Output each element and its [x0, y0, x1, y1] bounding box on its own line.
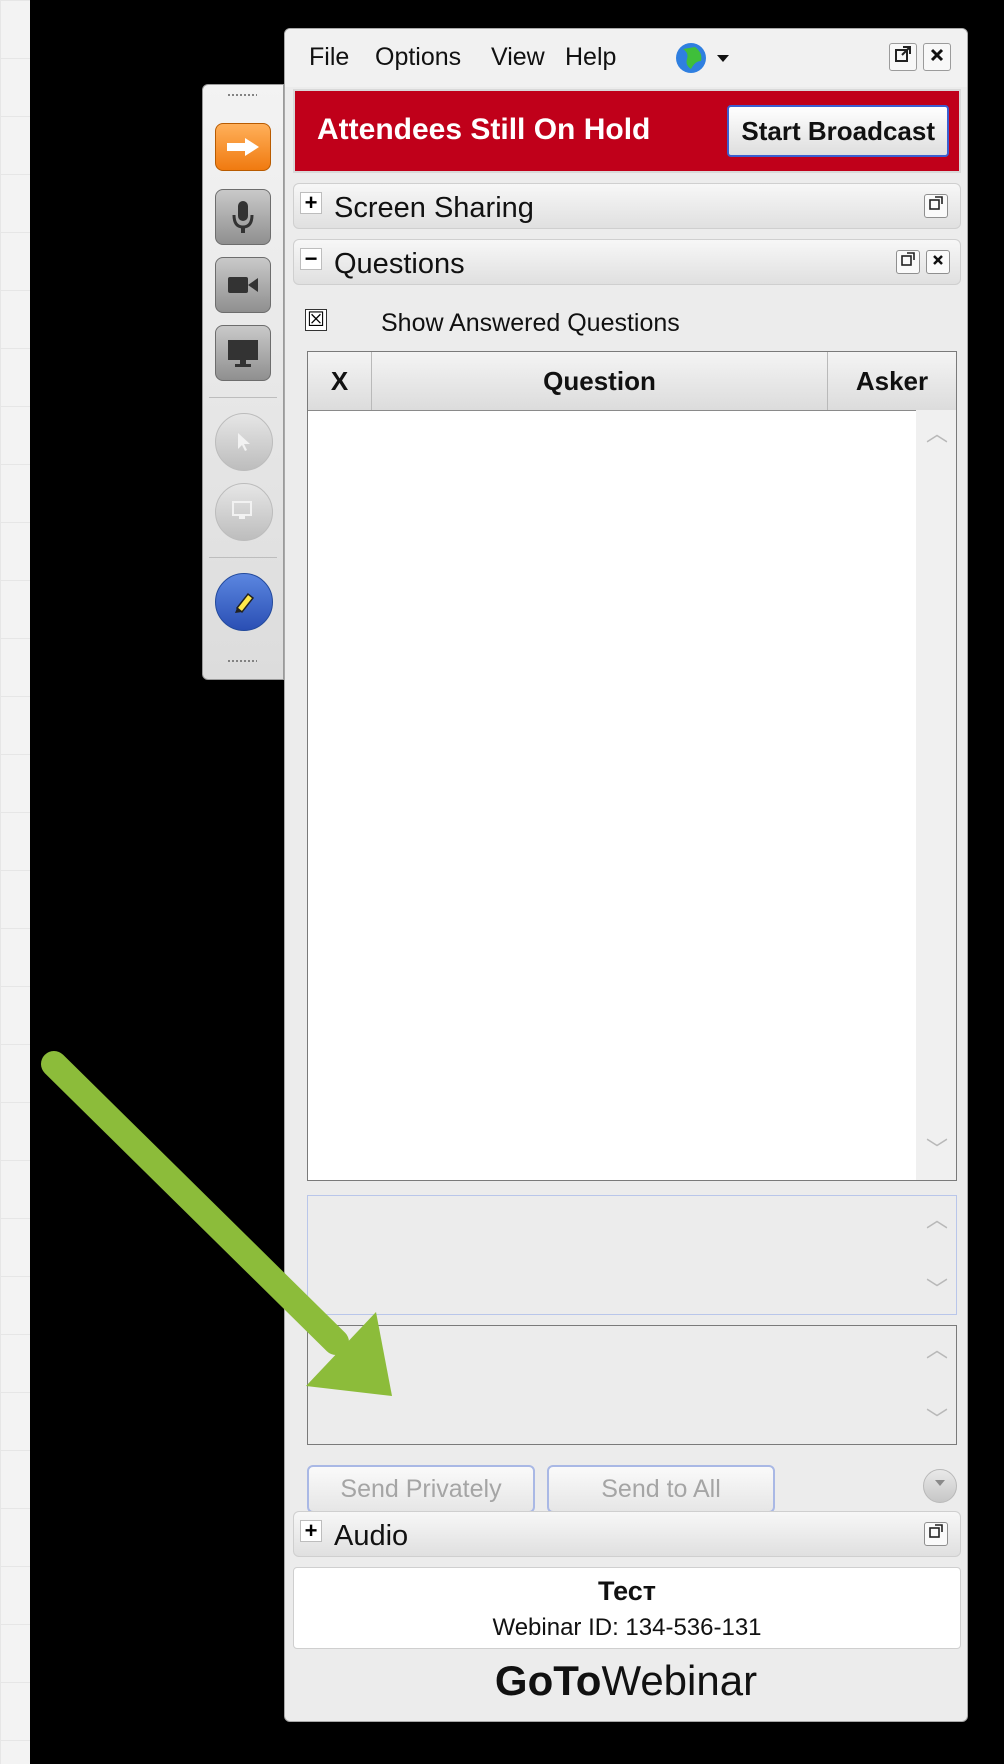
arrow-shaft — [41, 1051, 349, 1355]
annotation-arrow — [41, 1051, 392, 1396]
